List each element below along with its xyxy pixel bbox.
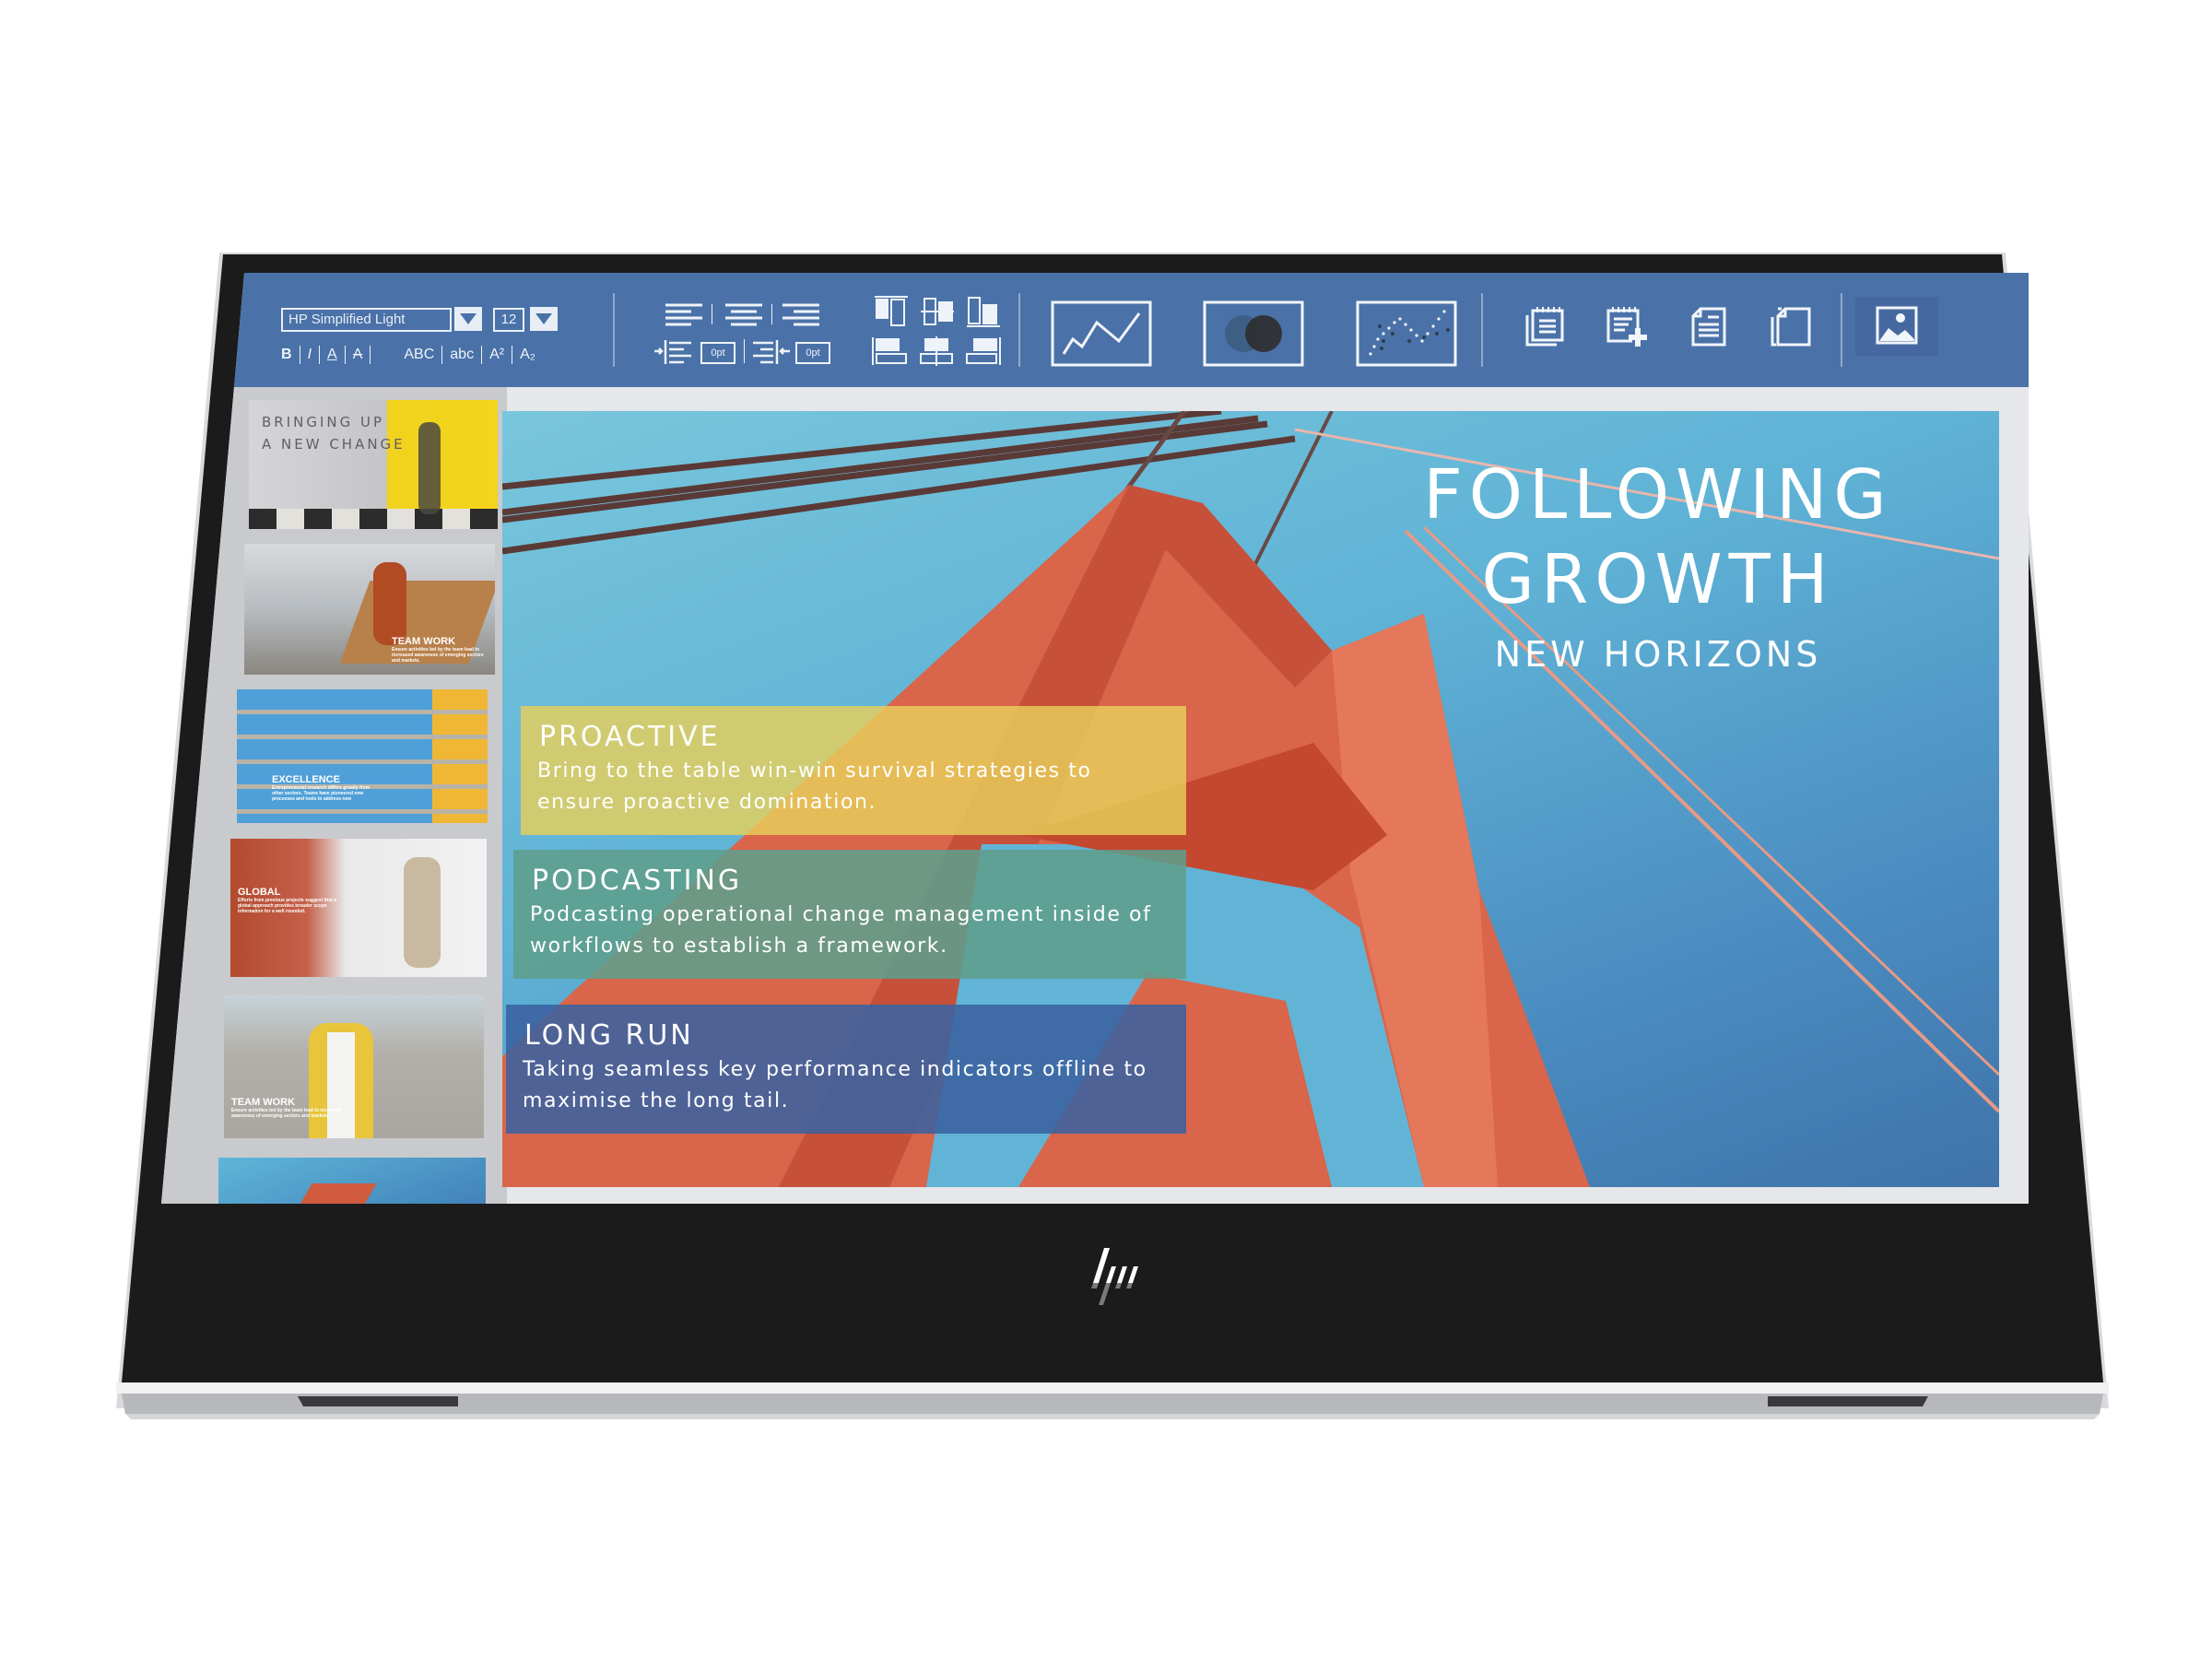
thumbnail-slide-5[interactable]: TEAM WORK Ensure activities led by the te… <box>224 995 484 1138</box>
superscript-button[interactable]: A² <box>482 347 512 363</box>
thumbnail-slide-2[interactable]: TEAM WORK Ensure activities led by the te… <box>244 544 495 675</box>
align-objects-right-icon[interactable] <box>963 335 1002 367</box>
notes-pages-icon[interactable] <box>1524 306 1566 348</box>
crosswalk-graphic <box>249 509 498 529</box>
ribbon-toolbar: HP Simplified Light 12 B I A A ABC abc A… <box>161 273 2029 387</box>
slide-subtitle: NEW HORIZONS <box>1494 634 1822 675</box>
thumbnail-slide-1[interactable]: BRINGING UP A NEW CHANGE <box>249 400 498 529</box>
strikethrough-button[interactable]: A <box>346 347 371 363</box>
lowercase-button[interactable]: abc <box>442 347 481 363</box>
thumbnail-slide-4[interactable]: GLOBAL Efforts from previous projects sug… <box>230 839 487 977</box>
thumbnail-caption: TEAM WORK Ensure activities led by the te… <box>231 1097 342 1119</box>
align-top-icon[interactable] <box>873 295 910 328</box>
chevron-down-icon <box>460 313 477 324</box>
bold-button[interactable]: B <box>274 347 300 363</box>
divider <box>370 346 371 364</box>
base-top-edge <box>116 1382 2109 1394</box>
align-center-icon[interactable] <box>724 302 764 326</box>
divider <box>771 304 772 324</box>
base-bottom-edge <box>125 1414 2100 1419</box>
bridge-graphic <box>290 1183 377 1204</box>
thumbnail-title: BRINGING UP A NEW CHANGE <box>262 414 406 453</box>
hp-logo-icon <box>1091 1248 1138 1305</box>
textbox-long-run[interactable]: LONG RUN Taking seamless key performance… <box>506 1005 1186 1134</box>
person-graphic <box>373 562 406 645</box>
insert-image-icon <box>1876 306 1918 345</box>
textbox-body: Taking seamless key performance indicato… <box>523 1058 1147 1112</box>
align-bottom-icon[interactable] <box>965 295 1002 328</box>
italic-button[interactable]: I <box>300 347 319 363</box>
add-note-icon[interactable] <box>1605 306 1651 348</box>
textbox-heading: PODCASTING <box>532 865 743 897</box>
indent-left-icon[interactable] <box>654 338 697 366</box>
textbox-podcasting[interactable]: PODCASTING Podcasting operational change… <box>513 850 1186 979</box>
title-line-2: GROWTH <box>1481 540 1835 619</box>
underline-button[interactable]: A <box>320 347 345 363</box>
scatter-chart-icon[interactable] <box>1356 300 1457 367</box>
align-objects-center-icon[interactable] <box>917 335 956 367</box>
right-slot <box>1768 1396 1928 1406</box>
toolbar-separator <box>1841 293 1842 367</box>
duplicate-page-icon[interactable] <box>1769 306 1815 348</box>
line-chart-icon[interactable] <box>1051 300 1152 367</box>
subscript-button[interactable]: A₂ <box>512 347 543 363</box>
title-line-1: FOLLOWING <box>1423 455 1893 535</box>
toolbar-separator <box>613 293 615 367</box>
indent-left-field[interactable]: 0pt <box>700 342 735 364</box>
align-objects-left-icon[interactable] <box>871 335 910 367</box>
toolbar-separator <box>1481 293 1483 367</box>
textbox-heading: PROACTIVE <box>539 721 721 753</box>
person-graphic <box>404 857 441 968</box>
venn-diagram-icon[interactable] <box>1203 300 1304 367</box>
font-size-dropdown-button[interactable] <box>530 307 558 331</box>
walking-person-graphic <box>418 422 441 514</box>
font-family-dropdown-button[interactable] <box>454 307 482 331</box>
stairs-graphic <box>432 689 488 823</box>
screen: HP Simplified Light 12 B I A A ABC abc A… <box>161 273 2029 1204</box>
textbox-body: Bring to the table win-win survival stra… <box>537 759 1092 814</box>
textbox-body: Podcasting operational change management… <box>530 903 1152 958</box>
left-slot <box>298 1396 458 1406</box>
thumbnail-slide-3[interactable]: EXCELLENCE Entrepreneurial research diffe… <box>237 689 488 823</box>
indent-right-icon[interactable] <box>751 338 794 366</box>
indent-right-field[interactable]: 0pt <box>795 342 830 364</box>
thumbnail-slide-6[interactable] <box>218 1158 486 1204</box>
toolbar-separator <box>1018 293 1020 367</box>
font-family-field[interactable]: HP Simplified Light <box>281 308 452 332</box>
align-right-icon[interactable] <box>781 302 821 326</box>
textbox-heading: LONG RUN <box>524 1019 694 1052</box>
align-left-icon[interactable] <box>664 302 704 326</box>
thumbnail-caption: EXCELLENCE Entrepreneurial research diffe… <box>272 774 371 802</box>
textbox-proactive[interactable]: PROACTIVE Bring to the table win-win sur… <box>521 706 1186 835</box>
divider <box>744 339 745 363</box>
insert-image-button[interactable] <box>1855 297 1938 356</box>
portable-monitor: HP Simplified Light 12 B I A A ABC abc A… <box>0 0 2212 1659</box>
thumbnail-caption: TEAM WORK Ensure activities led by the te… <box>392 636 484 664</box>
document-icon[interactable] <box>1689 306 1730 348</box>
thumbnail-caption: GLOBAL Efforts from previous projects sug… <box>238 887 336 914</box>
chevron-down-icon <box>535 313 552 324</box>
align-middle-icon[interactable] <box>919 295 956 328</box>
font-size-field[interactable]: 12 <box>493 308 524 332</box>
slide-title[interactable]: FOLLOWING GROWTH NEW HORIZONS <box>1382 453 1935 687</box>
uppercase-button[interactable]: ABC <box>396 347 441 363</box>
slide-canvas[interactable]: FOLLOWING GROWTH NEW HORIZONS PROACTIVE … <box>502 411 1999 1187</box>
shirt-graphic <box>327 1032 355 1138</box>
text-format-row: B I A A ABC abc A² A₂ <box>274 343 543 367</box>
